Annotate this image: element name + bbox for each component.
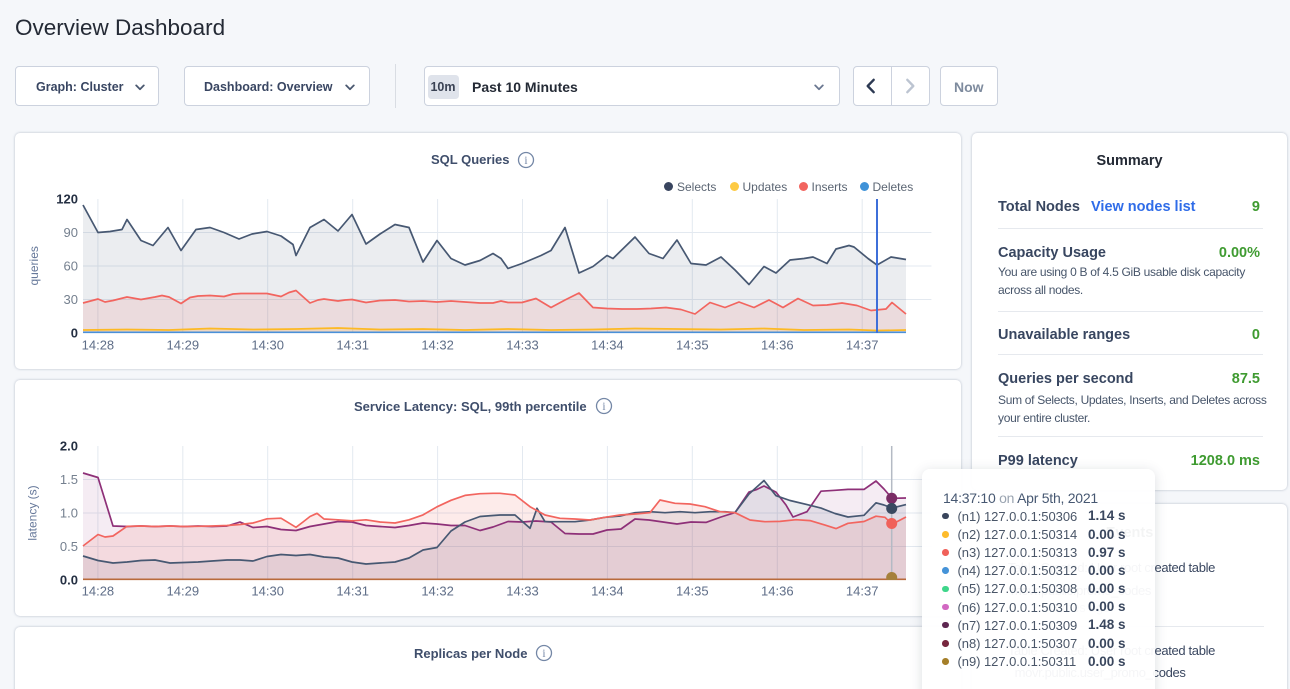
svg-text:14:37: 14:37: [846, 338, 879, 353]
svg-text:120: 120: [56, 192, 78, 207]
svg-text:14:32: 14:32: [421, 584, 454, 599]
svg-text:90: 90: [64, 225, 78, 240]
svg-text:0.5: 0.5: [60, 539, 78, 554]
svg-text:14:36: 14:36: [761, 338, 794, 353]
svg-text:14:37: 14:37: [846, 584, 879, 599]
svg-text:0.0: 0.0: [60, 573, 78, 588]
svg-text:14:34: 14:34: [591, 584, 624, 599]
svg-text:14:34: 14:34: [591, 338, 624, 353]
svg-text:14:33: 14:33: [506, 584, 539, 599]
svg-text:1.5: 1.5: [60, 472, 78, 487]
svg-text:latency (s): latency (s): [26, 485, 40, 540]
svg-text:0: 0: [71, 326, 78, 341]
svg-text:14:30: 14:30: [251, 338, 284, 353]
svg-text:14:35: 14:35: [676, 338, 709, 353]
svg-text:1.0: 1.0: [60, 506, 78, 521]
svg-text:14:31: 14:31: [336, 338, 369, 353]
svg-text:14:33: 14:33: [506, 338, 539, 353]
svg-text:60: 60: [64, 259, 78, 274]
svg-text:2.0: 2.0: [60, 439, 78, 454]
svg-text:14:28: 14:28: [82, 584, 115, 599]
svg-text:30: 30: [64, 292, 78, 307]
svg-text:14:28: 14:28: [82, 338, 115, 353]
svg-text:14:29: 14:29: [167, 338, 200, 353]
svg-text:14:35: 14:35: [676, 584, 709, 599]
svg-text:14:36: 14:36: [761, 584, 794, 599]
svg-text:queries: queries: [27, 246, 41, 285]
svg-text:14:32: 14:32: [421, 338, 454, 353]
svg-text:14:29: 14:29: [167, 584, 200, 599]
svg-text:14:30: 14:30: [251, 584, 284, 599]
svg-text:14:31: 14:31: [336, 584, 369, 599]
svg-text:i: i: [542, 648, 545, 660]
